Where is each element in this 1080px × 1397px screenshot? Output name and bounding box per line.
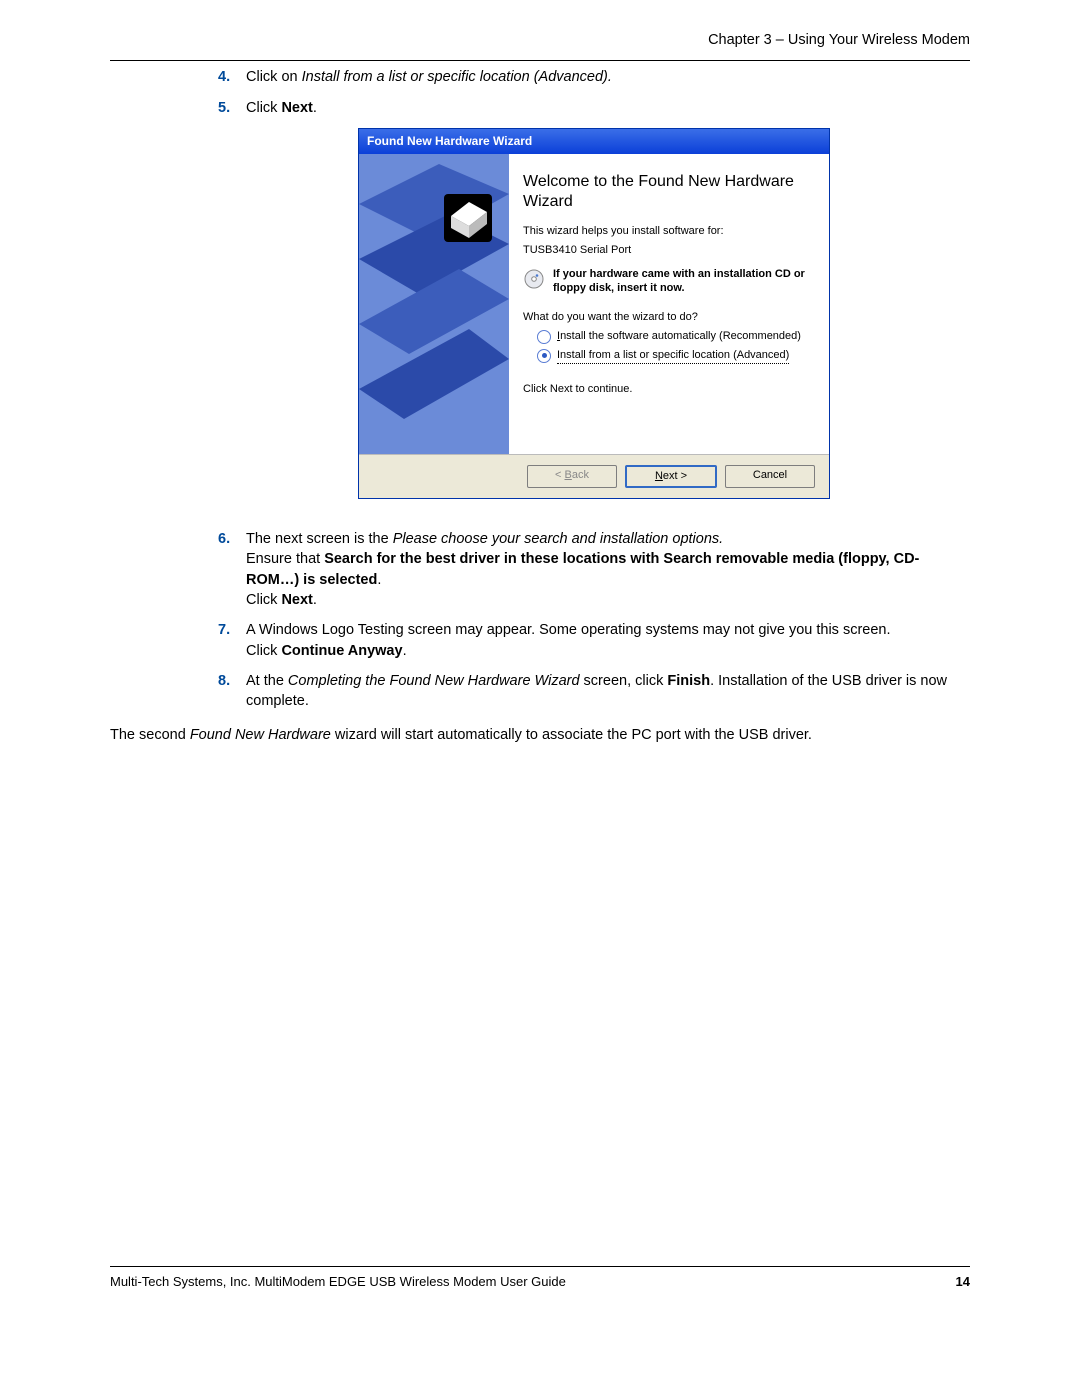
step-6: 6. The next screen is the Please choose … (218, 529, 970, 610)
step4-pre: Click on (246, 69, 302, 85)
footer-left: Multi-Tech Systems, Inc. MultiModem EDGE… (110, 1273, 566, 1291)
radio-install-list[interactable]: Install from a list or specific location… (537, 348, 813, 364)
back-button[interactable]: < Back (527, 465, 617, 488)
wizard-titlebar: Found New Hardware Wizard (359, 129, 829, 154)
chapter-title: Chapter 3 – Using Your Wireless Modem (708, 32, 970, 48)
step-5: 5. Click Next. (218, 98, 970, 118)
step5-bold: Next (281, 100, 312, 116)
step5-post: . (313, 100, 317, 116)
wizard-question: What do you want the wizard to do? (523, 310, 813, 325)
step-7: 7. A Windows Logo Testing screen may app… (218, 620, 970, 661)
wizard-helps: This wizard helps you install software f… (523, 224, 813, 239)
page-footer: Multi-Tech Systems, Inc. MultiModem EDGE… (110, 1266, 970, 1291)
step5-pre: Click (246, 100, 281, 116)
wizard-cd-hint: If your hardware came with an installati… (553, 268, 813, 296)
radio-auto-label: nstall the software automatically (Recom… (560, 330, 801, 342)
step-8: 8. At the Completing the Found New Hardw… (218, 671, 970, 712)
wizard-device: TUSB3410 Serial Port (523, 243, 813, 258)
cancel-button[interactable]: Cancel (725, 465, 815, 488)
radio-list-label: Install from a list or specific location… (557, 348, 789, 364)
step-number: 8. (218, 671, 246, 712)
step-number: 6. (218, 529, 246, 610)
page-header: Chapter 3 – Using Your Wireless Modem (110, 30, 970, 50)
wizard-continue: Click Next to continue. (523, 382, 813, 397)
wizard-banner-image (359, 154, 509, 454)
page-number: 14 (956, 1273, 970, 1291)
closing-paragraph: The second Found New Hardware wizard wil… (110, 725, 970, 745)
next-button[interactable]: Next > (625, 465, 717, 488)
radio-icon (537, 330, 551, 344)
step-number: 4. (218, 67, 246, 87)
step-number: 7. (218, 620, 246, 661)
radio-icon (537, 349, 551, 363)
hardware-wizard-dialog: Found New Hardware Wizard (358, 128, 830, 499)
step-number: 5. (218, 98, 246, 118)
wizard-heading: Welcome to the Found New Hardware Wizard (523, 172, 813, 212)
cd-icon (523, 268, 545, 290)
step4-italic: Install from a list or specific location… (302, 69, 612, 85)
radio-install-auto[interactable]: Install the software automatically (Reco… (537, 329, 813, 344)
step-4: 4. Click on Install from a list or speci… (218, 67, 970, 87)
